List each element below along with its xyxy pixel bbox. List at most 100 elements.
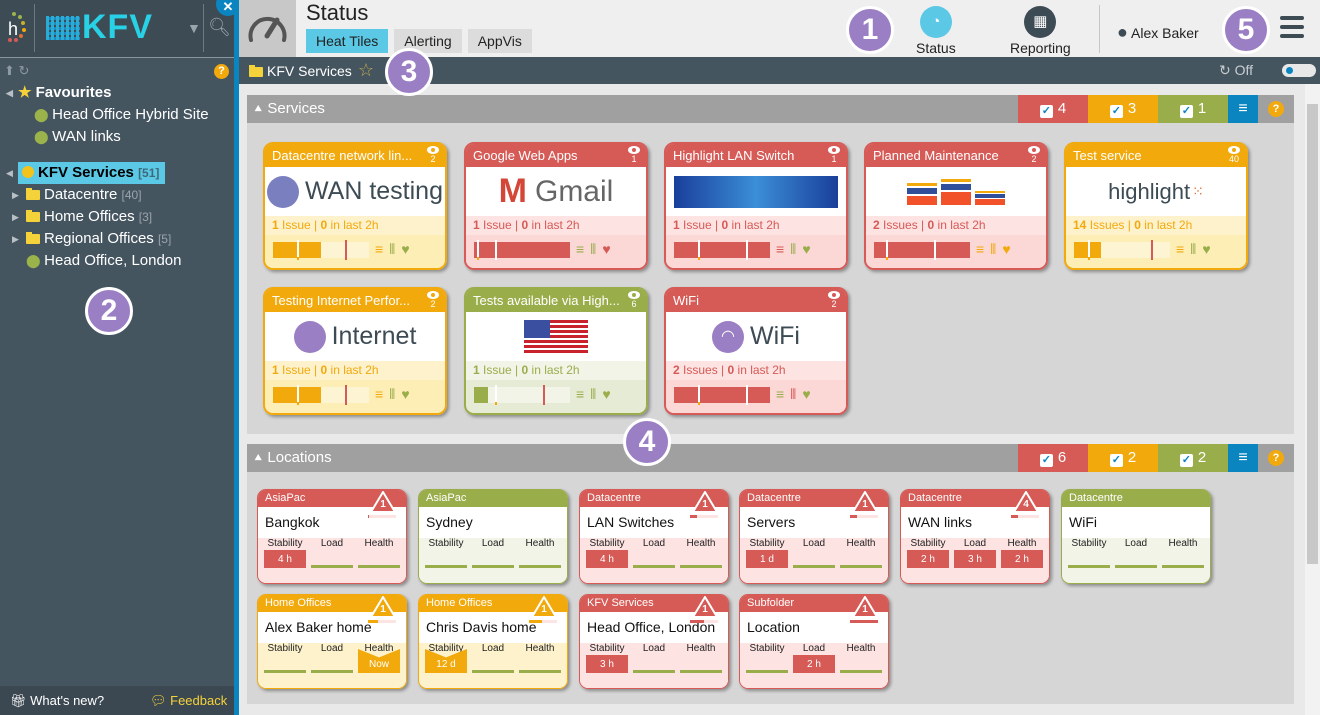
metric-stability[interactable]: Stability (1068, 538, 1110, 582)
service-tile[interactable]: Test service 40 highlight ⁙ 14 Issues | 0 in… (1064, 142, 1248, 270)
tree-root-kfv-services[interactable]: ◀ KFV Services [51] (0, 162, 234, 184)
nav-status-button[interactable]: ◔ Status (916, 6, 956, 56)
location-tile[interactable]: AsiaPac Sydney Stability Load Health (418, 489, 568, 584)
expanded-triangle-icon[interactable]: ◀ (6, 82, 13, 104)
location-tile[interactable]: Datacentre WAN links 2 h Stability 3 h Load 2 … (900, 489, 1050, 584)
tree-folder[interactable]: ▶ Datacentre [40] (0, 184, 234, 206)
service-tile[interactable]: Testing Internet Perfor... 2 Internet 1 Iss… (263, 287, 447, 415)
location-tile[interactable]: Subfolder Location Stability 2 h Load Health 1 (739, 594, 889, 689)
metric-stability[interactable]: 2 h Stability (907, 538, 949, 582)
selected-node[interactable]: KFV Services [51] (18, 162, 166, 184)
hamburger-menu-icon[interactable] (1280, 16, 1304, 43)
watchers-eye-icon[interactable]: 1 (628, 144, 640, 164)
service-tile[interactable]: Highlight LAN Switch 1 1 Issue | 0 in last… (664, 142, 848, 270)
help-icon[interactable]: ? (214, 64, 229, 79)
feedback-link[interactable]: 💬︎ Feedback (150, 686, 227, 715)
metric-stability[interactable]: 3 h Stability (586, 643, 628, 687)
filter-green-count[interactable]: ✓ 1 (1158, 95, 1228, 123)
watchers-eye-icon[interactable]: 2 (1028, 144, 1040, 164)
watchers-eye-icon[interactable]: 2 (427, 289, 439, 309)
location-tile[interactable]: Home Offices Alex Baker home Stability Load… (257, 594, 407, 689)
metric-stability[interactable]: 4 h Stability (264, 538, 306, 582)
tree-item-favourite[interactable]: ⬤ WAN links (0, 126, 234, 148)
metric-stability[interactable]: 4 h Stability (586, 538, 628, 582)
location-tile[interactable]: Home Offices Chris Davis home 12 d Stabilit… (418, 594, 568, 689)
vertical-scrollbar[interactable] (1305, 84, 1320, 715)
tab-appvis[interactable]: AppVis (467, 29, 532, 53)
metric-stability[interactable]: 12 d Stability (425, 643, 467, 687)
alert-triangle-icon[interactable]: 1 (529, 596, 557, 623)
metric-health[interactable]: Health (840, 643, 882, 687)
metric-health[interactable]: 2 h Health (1001, 538, 1043, 582)
metric-health[interactable]: Health (519, 538, 561, 582)
metric-stability[interactable]: 1 d Stability (746, 538, 788, 582)
metric-health[interactable]: Health (840, 538, 882, 582)
metric-stability[interactable]: Stability (264, 643, 306, 687)
watchers-eye-icon[interactable]: 1 (828, 144, 840, 164)
collapse-chevron-icon[interactable]: ⯅ (253, 450, 263, 465)
filter-icon[interactable]: ≡ (1228, 444, 1258, 472)
alert-triangle-icon[interactable]: 1 (850, 596, 878, 623)
location-tile[interactable]: Datacentre WiFi Stability Load Health (1061, 489, 1211, 584)
checkbox-icon[interactable]: ✓ (1109, 454, 1123, 467)
help-icon[interactable]: ? (1268, 450, 1284, 466)
location-tile[interactable]: AsiaPac Bangkok 4 h Stability Load Health 1 (257, 489, 407, 584)
metric-load[interactable]: Load (793, 538, 835, 582)
location-tile[interactable]: KFV Services Head Office, London 3 h Stabil… (579, 594, 729, 689)
checkbox-icon[interactable]: ✓ (1179, 105, 1193, 118)
collapsed-triangle-icon[interactable]: ▶ (12, 228, 19, 250)
tree-folder[interactable]: ▶ Home Offices [3] (0, 206, 234, 228)
expanded-triangle-icon[interactable]: ◀ (6, 162, 13, 184)
filter-green-count[interactable]: ✓ 2 (1158, 444, 1228, 472)
auto-refresh-toggle[interactable] (1282, 64, 1316, 77)
breadcrumb[interactable]: KFV Services (267, 63, 352, 79)
whats-new-link[interactable]: 🎁︎ What's new? (10, 686, 104, 715)
tree-folder[interactable]: ▶ Regional Offices [5] (0, 228, 234, 250)
alert-triangle-icon[interactable]: 1 (368, 491, 396, 518)
tree-favourites[interactable]: ◀ ★ Favourites (0, 82, 234, 104)
metric-load[interactable]: 3 h Load (954, 538, 996, 582)
alert-triangle-icon[interactable]: 1 (690, 596, 718, 623)
favourite-star-icon[interactable]: ☆ (358, 60, 374, 80)
location-tile[interactable]: Datacentre Servers 1 d Stability Load Health 1 (739, 489, 889, 584)
alert-triangle-icon[interactable]: 1 (850, 491, 878, 518)
help-icon[interactable]: ? (1268, 101, 1284, 117)
service-tile[interactable]: Google Web Apps 1 M Gmail 1 Issue | 0 in las… (464, 142, 648, 270)
collapse-all-icon[interactable]: ⬆ (4, 63, 15, 78)
collapse-chevron-icon[interactable]: ⯅ (253, 101, 263, 116)
alert-triangle-icon[interactable]: 1 (368, 596, 396, 623)
location-tile[interactable]: Datacentre LAN Switches 4 h Stability Load He… (579, 489, 729, 584)
metric-health[interactable]: Health (519, 643, 561, 687)
metric-stability[interactable]: Stability (425, 538, 467, 582)
metric-health[interactable]: Health (358, 538, 400, 582)
refresh-icon[interactable]: ↻ (19, 63, 30, 78)
service-tile[interactable]: WiFi 2 ◠ WiFi 2 Issues | 0 in last 2h ≡⦀♥ (664, 287, 848, 415)
filter-orange-count[interactable]: ✓ 3 (1088, 95, 1158, 123)
metric-load[interactable]: Load (311, 538, 353, 582)
metric-health[interactable]: Now Health (358, 643, 400, 687)
metric-load[interactable]: Load (633, 643, 675, 687)
checkbox-icon[interactable]: ✓ (1039, 454, 1053, 467)
services-header[interactable]: ⯅ Services ✓ 4 ✓ 3 ✓ 1 ≡ ? (247, 95, 1294, 123)
watchers-eye-icon[interactable]: 2 (427, 144, 439, 164)
tree-item-favourite[interactable]: ⬤ Head Office Hybrid Site (0, 104, 234, 126)
scrollbar-thumb[interactable] (1307, 104, 1318, 564)
watchers-eye-icon[interactable]: 40 (1228, 144, 1240, 164)
nav-reporting-button[interactable]: ▦ Reporting (1010, 6, 1071, 56)
service-tile[interactable]: Datacentre network lin... 2 WAN testing 1 I… (263, 142, 447, 270)
metric-load[interactable]: 2 h Load (793, 643, 835, 687)
filter-red-count[interactable]: ✓ 4 (1018, 95, 1088, 123)
metric-load[interactable]: Load (472, 643, 514, 687)
metric-health[interactable]: Health (680, 643, 722, 687)
search-icon[interactable]: 🔍︎ (208, 17, 231, 38)
metric-load[interactable]: Load (633, 538, 675, 582)
alert-triangle-icon[interactable]: 1 (690, 491, 718, 518)
metric-load[interactable]: Load (1115, 538, 1157, 582)
metric-health[interactable]: Health (1162, 538, 1204, 582)
alert-triangle-icon[interactable]: 4 (1011, 491, 1039, 518)
service-tile[interactable]: Planned Maintenance 2 2 Issues | 0 in last… (864, 142, 1048, 270)
filter-orange-count[interactable]: ✓ 2 (1088, 444, 1158, 472)
collapsed-triangle-icon[interactable]: ▶ (12, 206, 19, 228)
watchers-eye-icon[interactable]: 6 (628, 289, 640, 309)
tab-heat-tiles[interactable]: Heat Tiles (306, 29, 389, 53)
